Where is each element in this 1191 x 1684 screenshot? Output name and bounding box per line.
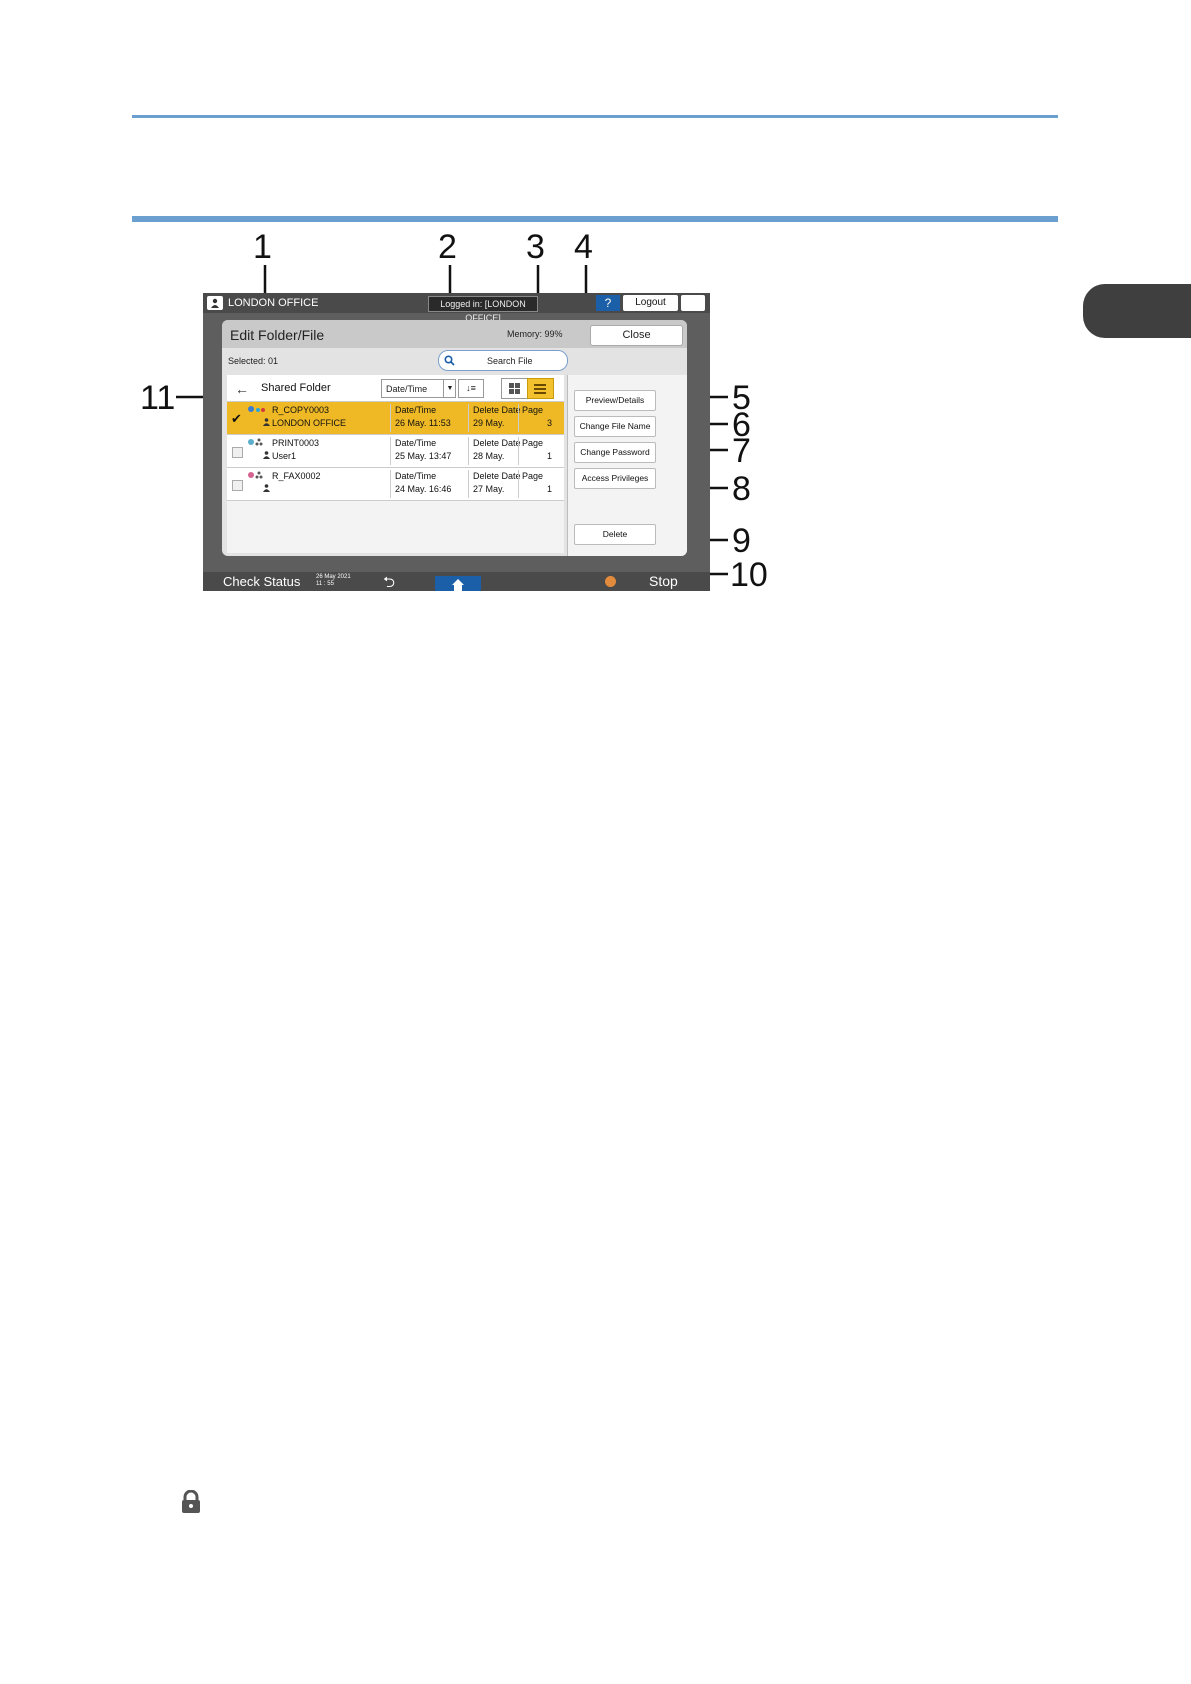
print-file-icon [248, 438, 263, 446]
close-button[interactable]: Close [590, 325, 683, 346]
search-file-label: Search File [487, 356, 533, 366]
bottom-bar: Check Status 26 May 2021 11 : 55 ⮌ Stop [203, 572, 710, 591]
stop-button[interactable]: Stop [649, 573, 678, 589]
callout-4: 4 [574, 228, 593, 266]
callout-2: 2 [438, 228, 457, 266]
change-password-button[interactable]: Change Password [574, 442, 656, 463]
page-count: 1 [547, 451, 553, 461]
file-date: 26 May. 11:53 [395, 418, 451, 428]
file-row[interactable]: PRINT0003 User1 Date/Time 25 May. 13:47 … [227, 435, 564, 468]
page-label: Page [522, 405, 544, 415]
row-checkbox[interactable] [232, 480, 243, 491]
check-status-button[interactable]: Check Status [223, 574, 300, 589]
callout-9: 9 [732, 522, 751, 560]
chapter-tab [1083, 284, 1191, 338]
chevron-down-icon: ▼ [443, 380, 456, 397]
moon-icon [689, 298, 694, 308]
file-date: 25 May. 13:47 [395, 451, 452, 461]
folder-name: Shared Folder [261, 382, 331, 394]
file-row[interactable]: ✔ R_COPY0003 LONDON OFFICE Date/Time 26 … [227, 402, 564, 435]
sort-order-button[interactable]: ↓≡ [458, 379, 484, 398]
back-arrow-icon[interactable]: ← [235, 381, 249, 397]
sort-select[interactable]: Date/Time ▼ [381, 379, 456, 398]
energy-saver-button[interactable] [681, 295, 705, 311]
file-owner: LONDON OFFICE [272, 418, 347, 428]
access-privileges-button[interactable]: Access Privileges [574, 468, 656, 489]
file-name: R_COPY0003 [272, 405, 330, 415]
clock: 26 May 2021 11 : 55 [316, 574, 351, 588]
user-name: LONDON OFFICE [228, 297, 319, 309]
callout-10: 10 [730, 556, 768, 594]
home-icon [452, 579, 464, 591]
folder-nav: ← Shared Folder Date/Time ▼ ↓≡ [227, 375, 564, 402]
login-status: Logged in: [LONDON OFFICE] [428, 296, 538, 323]
clock-time: 11 : 55 [316, 581, 334, 587]
selected-count: Selected: 01 [228, 356, 279, 366]
clock-date: 26 May 2021 [316, 574, 351, 580]
callout-3: 3 [526, 228, 545, 266]
date-label: Date/Time [395, 471, 437, 481]
change-file-name-button[interactable]: Change File Name [574, 416, 656, 437]
stop-icon [605, 576, 616, 587]
row-checkbox[interactable] [232, 447, 243, 458]
help-button[interactable]: ? [596, 295, 620, 311]
back-icon[interactable]: ⮌ [383, 572, 395, 591]
logout-button[interactable]: Logout [623, 295, 678, 311]
copy-file-icon [248, 406, 265, 412]
search-file-button[interactable]: Search File [438, 350, 568, 371]
page-count: 1 [547, 484, 553, 494]
header-rule [132, 115, 1058, 118]
edit-folder-panel: Edit Folder/File Memory: 99% Close Selec… [222, 320, 687, 556]
delete-date: 29 May. [473, 418, 505, 428]
delete-date-label: Delete Date [473, 405, 521, 415]
delete-date-label: Delete Date [473, 438, 521, 448]
file-owner: User1 [272, 451, 297, 461]
date-label: Date/Time [395, 438, 437, 448]
fax-file-icon [248, 471, 263, 479]
lock-icon [182, 1490, 200, 1513]
page-count: 3 [547, 418, 553, 428]
top-bar: LONDON OFFICE Logged in: [LONDON OFFICE]… [203, 293, 710, 323]
file-list-area: ← Shared Folder Date/Time ▼ ↓≡ ✔ R_COPY0… [227, 375, 564, 553]
callout-1: 1 [253, 228, 272, 266]
home-button[interactable] [435, 576, 481, 591]
action-panel: Preview/Details Change File Name Change … [567, 375, 687, 556]
sort-value: Date/Time [386, 384, 428, 394]
checkmark-icon[interactable]: ✔ [231, 411, 242, 427]
panel-header: Edit Folder/File Memory: 99% Close [222, 320, 687, 348]
page-label: Page [522, 438, 544, 448]
device-screen: LONDON OFFICE Logged in: [LONDON OFFICE]… [203, 293, 710, 591]
person-icon [263, 451, 270, 459]
file-row[interactable]: R_FAX0002 Date/Time 24 May. 16:46 Delete… [227, 468, 564, 501]
delete-button[interactable]: Delete [574, 524, 656, 545]
date-label: Date/Time [395, 405, 437, 415]
page-label: Page [522, 471, 544, 481]
callout-8: 8 [732, 470, 751, 508]
search-icon [444, 355, 455, 366]
file-name: R_FAX0002 [272, 471, 321, 481]
section-rule [132, 216, 1058, 222]
callout-7: 7 [732, 432, 751, 470]
callout-11: 11 [140, 379, 176, 417]
delete-date: 27 May. [473, 484, 505, 494]
user-icon [207, 296, 223, 310]
file-date: 24 May. 16:46 [395, 484, 452, 494]
memory-indicator: Memory: 99% [507, 329, 563, 339]
preview-details-button[interactable]: Preview/Details [574, 390, 656, 411]
page-title: Edit Folder/File [230, 327, 325, 343]
callout-lines [176, 265, 728, 576]
list-view-button[interactable] [527, 378, 554, 399]
person-icon [263, 418, 270, 426]
delete-date: 28 May. [473, 451, 505, 461]
delete-date-label: Delete Date [473, 471, 521, 481]
thumbnail-view-button[interactable] [501, 378, 528, 399]
file-name: PRINT0003 [272, 438, 320, 448]
person-icon [263, 484, 270, 492]
